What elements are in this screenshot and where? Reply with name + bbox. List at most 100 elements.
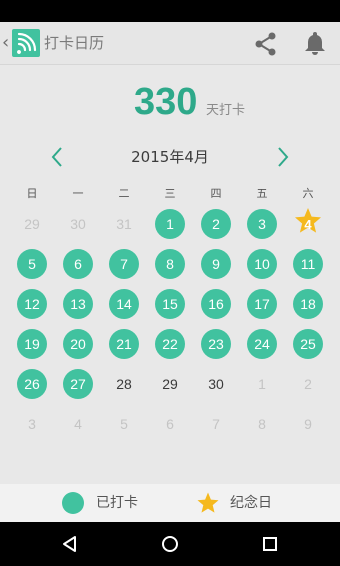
checked-dot-icon <box>62 492 84 514</box>
day-number: 3 <box>258 216 266 232</box>
weekday-label: 四 <box>210 187 222 200</box>
day-number: 17 <box>254 296 270 312</box>
status-bar <box>0 0 340 22</box>
weekday-label: 一 <box>72 187 84 200</box>
day-number: 27 <box>70 376 86 392</box>
day-number: 8 <box>166 256 174 272</box>
checkin-count-unit: 天打卡 <box>206 103 246 118</box>
calendar-day[interactable]: 24 <box>239 324 285 364</box>
day-number: 12 <box>24 296 40 312</box>
calendar-day[interactable]: 1 <box>147 204 193 244</box>
day-number: 13 <box>70 296 86 312</box>
legend-anniversary-label: 纪念日 <box>230 495 272 511</box>
calendar-day[interactable]: 8 <box>147 244 193 284</box>
calendar-day[interactable]: 12 <box>9 284 55 324</box>
calendar-day[interactable]: 9 <box>285 404 331 444</box>
calendar-day[interactable]: 6 <box>147 404 193 444</box>
calendar-day[interactable]: 21 <box>101 324 147 364</box>
calendar-day[interactable]: 30 <box>193 364 239 404</box>
legend-checked-label: 已打卡 <box>96 495 138 511</box>
day-number: 30 <box>70 216 86 232</box>
calendar-day[interactable]: 25 <box>285 324 331 364</box>
calendar-day[interactable]: 1 <box>239 364 285 404</box>
day-number: 9 <box>304 416 312 432</box>
calendar-day[interactable]: 14 <box>101 284 147 324</box>
day-number: 22 <box>162 336 178 352</box>
calendar-day[interactable]: 9 <box>193 244 239 284</box>
calendar-day[interactable]: 3 <box>9 404 55 444</box>
calendar-day[interactable]: 15 <box>147 284 193 324</box>
calendar-day[interactable]: 17 <box>239 284 285 324</box>
day-number: 9 <box>212 256 220 272</box>
day-number: 15 <box>162 296 178 312</box>
weekday-header: 日一二三四五六 <box>9 186 331 204</box>
day-number: 25 <box>300 336 316 352</box>
calendar-day[interactable]: 2 <box>285 364 331 404</box>
nav-back-icon[interactable] <box>60 534 80 554</box>
day-number: 26 <box>24 376 40 392</box>
star-icon <box>196 491 220 515</box>
calendar-day[interactable]: 4 <box>55 404 101 444</box>
day-number: 6 <box>74 256 82 272</box>
calendar-day[interactable]: 10 <box>239 244 285 284</box>
calendar-day[interactable]: 16 <box>193 284 239 324</box>
calendar-day[interactable]: 11 <box>285 244 331 284</box>
back-chevron-icon[interactable]: ‹ <box>2 31 9 55</box>
weekday-label: 六 <box>302 187 314 200</box>
calendar-day[interactable]: 7 <box>101 244 147 284</box>
nav-recent-apps-icon[interactable] <box>260 534 280 554</box>
day-number: 2 <box>212 216 220 232</box>
weekday-label: 日 <box>26 187 38 200</box>
day-number: 23 <box>208 336 224 352</box>
day-number: 4 <box>74 416 82 432</box>
calendar-day[interactable]: 13 <box>55 284 101 324</box>
calendar-day[interactable]: 23 <box>193 324 239 364</box>
calendar-day[interactable]: 28 <box>101 364 147 404</box>
month-navigator: 2015年4月 <box>0 140 340 174</box>
bell-icon[interactable] <box>302 30 328 56</box>
wifi-signal-icon[interactable] <box>12 29 40 57</box>
day-number: 18 <box>300 296 316 312</box>
calendar-day[interactable]: 6 <box>55 244 101 284</box>
calendar-day[interactable]: 29 <box>9 204 55 244</box>
day-number: 5 <box>120 416 128 432</box>
day-number: 11 <box>300 256 316 272</box>
calendar-day[interactable]: 31 <box>101 204 147 244</box>
system-nav-bar <box>0 522 340 566</box>
weekday-label: 五 <box>256 187 268 200</box>
day-number: 16 <box>208 296 224 312</box>
calendar-grid: 29 30 31 1 2 3 4 5 6 7 8 9 10 11 12 13 14 15 16 17 18 19 20 21 2… <box>9 204 331 444</box>
calendar-day[interactable]: 5 <box>101 404 147 444</box>
calendar-day[interactable]: 3 <box>239 204 285 244</box>
calendar-day[interactable]: 2 <box>193 204 239 244</box>
calendar-day[interactable]: 5 <box>9 244 55 284</box>
calendar-day[interactable]: 8 <box>239 404 285 444</box>
day-number: 2 <box>304 376 312 392</box>
app-bar: ‹ 打卡日历 <box>0 22 340 65</box>
next-month-icon[interactable] <box>272 144 294 170</box>
calendar-day[interactable]: 20 <box>55 324 101 364</box>
share-icon[interactable] <box>253 31 279 57</box>
day-number: 7 <box>212 416 220 432</box>
day-number: 3 <box>28 416 36 432</box>
calendar-day[interactable]: 22 <box>147 324 193 364</box>
calendar-day[interactable]: 29 <box>147 364 193 404</box>
day-number: 20 <box>70 336 86 352</box>
day-number: 7 <box>120 256 128 272</box>
day-number: 24 <box>254 336 270 352</box>
day-number: 8 <box>258 416 266 432</box>
calendar-day[interactable]: 19 <box>9 324 55 364</box>
calendar-day[interactable]: 18 <box>285 284 331 324</box>
calendar-day[interactable]: 4 <box>285 204 331 244</box>
calendar-day[interactable]: 26 <box>9 364 55 404</box>
day-number: 21 <box>116 336 132 352</box>
checkin-summary: 330 天打卡 <box>0 78 340 128</box>
legend-bar: 已打卡 纪念日 <box>0 484 340 522</box>
calendar-day[interactable]: 7 <box>193 404 239 444</box>
day-number: 31 <box>116 216 132 232</box>
nav-home-icon[interactable] <box>160 534 180 554</box>
calendar-day[interactable]: 27 <box>55 364 101 404</box>
weekday-label: 三 <box>164 187 176 200</box>
day-number: 1 <box>166 216 174 232</box>
calendar-day[interactable]: 30 <box>55 204 101 244</box>
